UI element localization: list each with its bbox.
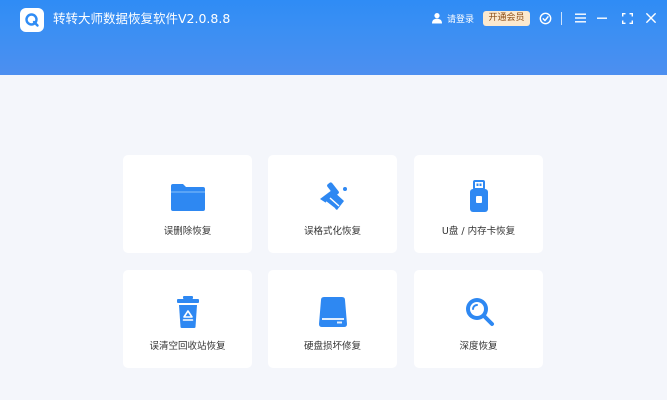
broom-icon — [320, 182, 347, 210]
header-divider — [561, 12, 562, 25]
fullscreen-button[interactable] — [618, 9, 636, 27]
support-button[interactable] — [536, 9, 554, 27]
close-button[interactable] — [642, 9, 660, 27]
recycle-bin-icon — [177, 296, 199, 328]
card-deep-recovery[interactable]: 深度恢复 — [414, 270, 543, 368]
minimize-button[interactable] — [593, 9, 611, 27]
user-icon — [432, 13, 442, 24]
card-label: 硬盘损坏修复 — [303, 341, 361, 352]
card-disk-repair[interactable]: 硬盘损坏修复 — [268, 270, 397, 368]
magnifier-icon — [466, 298, 494, 326]
folder-icon — [171, 184, 205, 211]
card-label: 误格式化恢复 — [303, 226, 361, 237]
menu-button[interactable] — [571, 9, 589, 27]
hard-disk-icon — [319, 297, 347, 327]
open-vip-button[interactable]: 开通会员 — [483, 11, 530, 26]
main-content: 误删除恢复 误格式化恢复 U盘 / 内存卡恢复 误清空回收站恢复 硬盘损坏修复 … — [0, 75, 667, 400]
close-icon — [646, 13, 656, 23]
app-logo-icon — [20, 8, 44, 32]
card-label: U盘 / 内存卡恢复 — [441, 226, 516, 237]
login-link[interactable]: 请登录 — [431, 10, 474, 26]
login-label: 请登录 — [447, 14, 475, 25]
title-bar: 转转大师数据恢复软件V2.0.8.8 请登录 开通会员 — [0, 0, 667, 75]
card-recycle-bin-recovery[interactable]: 误清空回收站恢复 — [123, 270, 252, 368]
card-label: 误清空回收站恢复 — [149, 341, 226, 352]
headset-icon — [539, 12, 551, 24]
minimize-icon — [597, 17, 607, 19]
card-format-recovery[interactable]: 误格式化恢复 — [268, 155, 397, 253]
card-label: 深度恢复 — [459, 341, 498, 352]
app-title: 转转大师数据恢复软件V2.0.8.8 — [53, 11, 231, 26]
usb-drive-icon — [470, 180, 488, 212]
card-deleted-recovery[interactable]: 误删除恢复 — [123, 155, 252, 253]
card-label: 误删除恢复 — [163, 226, 212, 237]
menu-icon — [574, 13, 586, 23]
fullscreen-icon — [621, 12, 633, 24]
card-usb-recovery[interactable]: U盘 / 内存卡恢复 — [414, 155, 543, 253]
